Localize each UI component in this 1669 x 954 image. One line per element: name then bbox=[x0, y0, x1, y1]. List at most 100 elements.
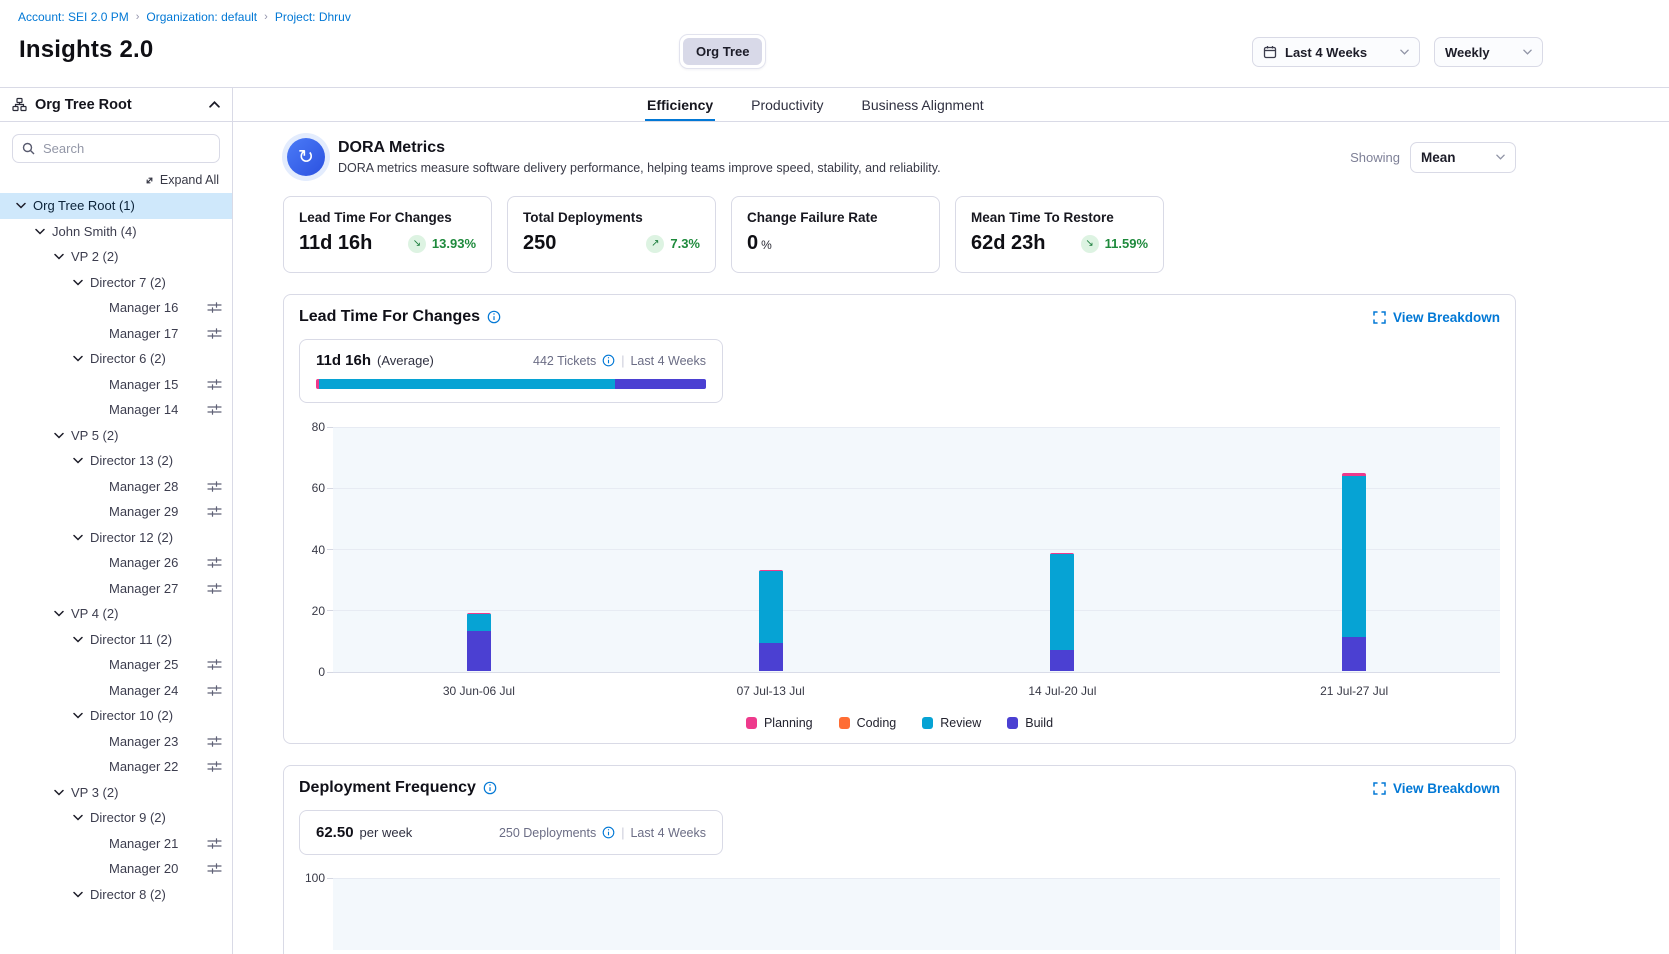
tree-item-director-12-2[interactable]: Director 12 (2) bbox=[0, 525, 232, 551]
sliders-icon[interactable] bbox=[207, 735, 222, 748]
tree-item-manager-17[interactable]: Manager 17 bbox=[0, 321, 232, 347]
sliders-icon[interactable] bbox=[207, 505, 222, 518]
legend-item-build[interactable]: Build bbox=[1007, 716, 1053, 730]
info-icon[interactable] bbox=[487, 310, 501, 324]
chart-bar-2[interactable] bbox=[759, 570, 783, 671]
tree-item-director-6-2[interactable]: Director 6 (2) bbox=[0, 346, 232, 372]
chevron-down-icon[interactable] bbox=[73, 457, 83, 464]
sliders-icon[interactable] bbox=[207, 327, 222, 340]
deployment-plot bbox=[333, 878, 1500, 950]
info-icon[interactable] bbox=[602, 826, 615, 839]
tree-item-manager-29[interactable]: Manager 29 bbox=[0, 499, 232, 525]
tree-item-vp-5-2[interactable]: VP 5 (2) bbox=[0, 423, 232, 449]
tree-item-manager-15[interactable]: Manager 15 bbox=[0, 372, 232, 398]
tree-item-vp-2-2[interactable]: VP 2 (2) bbox=[0, 244, 232, 270]
tab-business-alignment[interactable]: Business Alignment bbox=[860, 88, 986, 121]
aggregation-select[interactable]: Mean bbox=[1410, 142, 1516, 173]
tree-item-manager-27[interactable]: Manager 27 bbox=[0, 576, 232, 602]
legend-item-planning[interactable]: Planning bbox=[746, 716, 813, 730]
sliders-icon[interactable] bbox=[207, 658, 222, 671]
tree-item-manager-25[interactable]: Manager 25 bbox=[0, 652, 232, 678]
trend-down-icon: ↘ bbox=[408, 235, 426, 253]
chevron-down-icon[interactable] bbox=[16, 202, 26, 209]
info-icon[interactable] bbox=[483, 781, 497, 795]
deployment-view-breakdown-link[interactable]: View Breakdown bbox=[1373, 781, 1500, 796]
sliders-icon[interactable] bbox=[207, 301, 222, 314]
sliders-icon[interactable] bbox=[207, 480, 222, 493]
chevron-down-icon[interactable] bbox=[73, 636, 83, 643]
tree-item-vp-4-2[interactable]: VP 4 (2) bbox=[0, 601, 232, 627]
tree-item-manager-16[interactable]: Manager 16 bbox=[0, 295, 232, 321]
gridline bbox=[333, 549, 1500, 550]
tree-item-vp-3-2[interactable]: VP 3 (2) bbox=[0, 780, 232, 806]
tree-item-director-13-2[interactable]: Director 13 (2) bbox=[0, 448, 232, 474]
granularity-select[interactable]: Weekly bbox=[1434, 37, 1543, 67]
tree-item-director-9-2[interactable]: Director 9 (2) bbox=[0, 805, 232, 831]
chart-bar-1[interactable] bbox=[467, 613, 491, 671]
chevron-down-icon[interactable] bbox=[35, 228, 45, 235]
chevron-down-icon[interactable] bbox=[73, 814, 83, 821]
lead-time-view-breakdown-link[interactable]: View Breakdown bbox=[1373, 310, 1500, 325]
metric-card-title: Mean Time To Restore bbox=[971, 210, 1148, 225]
deployment-chart-partial: 100 bbox=[299, 878, 1500, 950]
chevron-down-icon[interactable] bbox=[54, 253, 64, 260]
tab-productivity[interactable]: Productivity bbox=[749, 88, 825, 121]
tree-item-label: Manager 28 bbox=[109, 479, 200, 494]
expand-all-button[interactable]: Expand All bbox=[13, 173, 219, 187]
breadcrumb-separator: › bbox=[264, 11, 268, 23]
chart-bar-3[interactable] bbox=[1050, 553, 1074, 671]
tree-item-manager-20[interactable]: Manager 20 bbox=[0, 856, 232, 882]
collapse-panel-icon[interactable] bbox=[209, 101, 220, 108]
breadcrumb-item[interactable]: Project: Dhruv bbox=[275, 10, 351, 24]
tree-item-director-7-2[interactable]: Director 7 (2) bbox=[0, 270, 232, 296]
tree-item-director-8-2[interactable]: Director 8 (2) bbox=[0, 882, 232, 908]
metric-trend-badge: ↘11.59% bbox=[1081, 235, 1148, 253]
tree-item-manager-28[interactable]: Manager 28 bbox=[0, 474, 232, 500]
tree-item-label: Manager 15 bbox=[109, 377, 200, 392]
tree-item-manager-23[interactable]: Manager 23 bbox=[0, 729, 232, 755]
info-icon[interactable] bbox=[602, 354, 615, 367]
tab-efficiency[interactable]: Efficiency bbox=[645, 88, 715, 121]
tree-item-manager-21[interactable]: Manager 21 bbox=[0, 831, 232, 857]
chevron-down-icon[interactable] bbox=[73, 712, 83, 719]
legend-label: Review bbox=[940, 716, 981, 730]
sliders-icon[interactable] bbox=[207, 582, 222, 595]
tree-item-manager-26[interactable]: Manager 26 bbox=[0, 550, 232, 576]
tree-item-org-tree-root-1[interactable]: Org Tree Root (1) bbox=[0, 193, 232, 219]
chevron-down-icon[interactable] bbox=[54, 610, 64, 617]
metric-card-total-deployments: Total Deployments250↗7.3% bbox=[507, 196, 716, 273]
xaxis-label: 14 Jul-20 Jul bbox=[1028, 684, 1096, 698]
chevron-down-icon[interactable] bbox=[54, 789, 64, 796]
tree-item-manager-14[interactable]: Manager 14 bbox=[0, 397, 232, 423]
chevron-down-icon[interactable] bbox=[73, 534, 83, 541]
tree-item-label: Manager 14 bbox=[109, 402, 200, 417]
sliders-icon[interactable] bbox=[207, 556, 222, 569]
sliders-icon[interactable] bbox=[207, 378, 222, 391]
search-input[interactable] bbox=[43, 141, 210, 156]
chevron-down-icon[interactable] bbox=[73, 891, 83, 898]
sliders-icon[interactable] bbox=[207, 760, 222, 773]
org-tree-toggle-button[interactable]: Org Tree bbox=[683, 38, 762, 65]
chevron-down-icon[interactable] bbox=[54, 432, 64, 439]
date-range-select[interactable]: Last 4 Weeks bbox=[1252, 37, 1420, 67]
sliders-icon[interactable] bbox=[207, 403, 222, 416]
legend-item-review[interactable]: Review bbox=[922, 716, 981, 730]
sliders-icon[interactable] bbox=[207, 837, 222, 850]
sliders-icon[interactable] bbox=[207, 862, 222, 875]
range-label: Last 4 Weeks bbox=[630, 826, 706, 840]
tree-item-label: Manager 25 bbox=[109, 657, 200, 672]
chevron-down-icon[interactable] bbox=[73, 355, 83, 362]
tree-item-director-11-2[interactable]: Director 11 (2) bbox=[0, 627, 232, 653]
expand-breakdown-icon bbox=[1373, 311, 1386, 324]
chevron-down-icon[interactable] bbox=[73, 279, 83, 286]
chart-bar-4[interactable] bbox=[1342, 473, 1366, 671]
breadcrumb-item[interactable]: Organization: default bbox=[146, 10, 257, 24]
tree-item-manager-24[interactable]: Manager 24 bbox=[0, 678, 232, 704]
tree-item-label: VP 4 (2) bbox=[71, 606, 222, 621]
breadcrumb-item[interactable]: Account: SEI 2.0 PM bbox=[18, 10, 129, 24]
tree-item-director-10-2[interactable]: Director 10 (2) bbox=[0, 703, 232, 729]
tree-item-manager-22[interactable]: Manager 22 bbox=[0, 754, 232, 780]
legend-item-coding[interactable]: Coding bbox=[839, 716, 897, 730]
tree-item-john-smith-4[interactable]: John Smith (4) bbox=[0, 219, 232, 245]
sliders-icon[interactable] bbox=[207, 684, 222, 697]
